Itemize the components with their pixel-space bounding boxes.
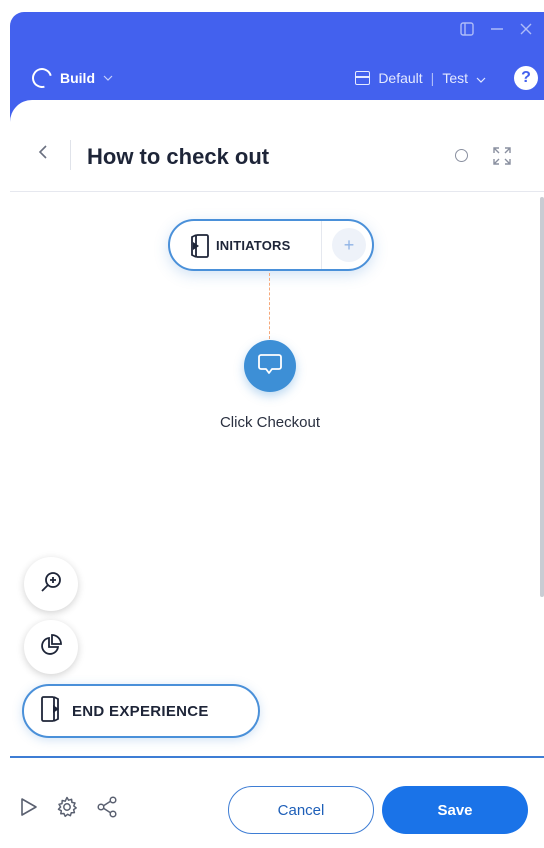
sidebar-toggle-icon[interactable] bbox=[460, 22, 474, 40]
mode-label: Build bbox=[60, 70, 95, 86]
door-enter-icon bbox=[190, 233, 209, 258]
initiators-node[interactable]: INITIATORS + bbox=[168, 219, 374, 271]
back-button[interactable] bbox=[38, 144, 48, 164]
door-exit-icon bbox=[40, 695, 62, 728]
minimize-icon[interactable] bbox=[490, 22, 504, 40]
scrollbar[interactable] bbox=[540, 197, 544, 597]
window-controls bbox=[460, 22, 532, 40]
play-icon[interactable] bbox=[20, 797, 38, 822]
separator: | bbox=[430, 70, 435, 86]
close-icon[interactable] bbox=[520, 23, 532, 39]
footer-bar: Cancel Save bbox=[10, 756, 544, 848]
main-panel: How to check out INITIATORS + Click Chec… bbox=[10, 100, 544, 848]
expand-icon[interactable] bbox=[492, 146, 512, 171]
mode-ring-icon bbox=[28, 64, 56, 92]
window-icon bbox=[355, 71, 371, 85]
page-title: How to check out bbox=[87, 144, 270, 169]
test-label: Test bbox=[442, 70, 468, 86]
chevron-down-icon bbox=[476, 70, 486, 86]
help-button[interactable]: ? bbox=[514, 66, 538, 90]
speech-bubble-icon bbox=[257, 352, 283, 381]
divider bbox=[70, 140, 71, 170]
app-window: Build Default | Test ? How to check out bbox=[10, 12, 544, 848]
mode-selector[interactable]: Build bbox=[28, 64, 113, 92]
end-experience-button[interactable]: END EXPERIENCE bbox=[22, 684, 260, 738]
chevron-down-icon bbox=[103, 72, 113, 84]
initiators-label: INITIATORS bbox=[216, 237, 291, 253]
environment-selector[interactable]: Default | Test bbox=[355, 70, 486, 86]
gear-icon[interactable] bbox=[56, 796, 78, 823]
flow-canvas[interactable]: INITIATORS + Click Checkout END EXPERIEN… bbox=[10, 193, 544, 756]
step-node[interactable] bbox=[244, 340, 296, 392]
zoom-in-icon bbox=[39, 570, 63, 599]
cancel-button[interactable]: Cancel bbox=[228, 786, 374, 834]
panel-header: How to check out bbox=[10, 100, 544, 192]
end-experience-label: END EXPERIENCE bbox=[72, 702, 209, 720]
footer-tools bbox=[20, 796, 118, 823]
top-bar: Build Default | Test ? bbox=[10, 62, 544, 94]
pie-chart-icon bbox=[39, 633, 63, 662]
share-icon[interactable] bbox=[96, 796, 118, 823]
step-label: Click Checkout bbox=[219, 414, 321, 431]
initiators-main[interactable]: INITIATORS bbox=[170, 221, 322, 269]
environment-label: Default bbox=[378, 70, 423, 86]
search-icon[interactable] bbox=[455, 149, 468, 162]
analytics-button[interactable] bbox=[24, 620, 78, 674]
save-button[interactable]: Save bbox=[382, 786, 528, 834]
zoom-in-button[interactable] bbox=[24, 557, 78, 611]
add-initiator-button[interactable]: + bbox=[332, 228, 366, 262]
connector-line bbox=[269, 273, 270, 339]
